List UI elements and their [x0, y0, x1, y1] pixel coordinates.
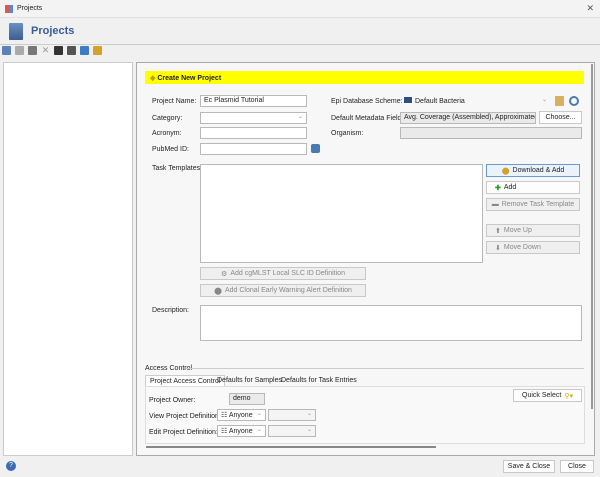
download-add-button[interactable]: ⬤ Download & Add	[486, 164, 580, 177]
view-select[interactable]: ☷ Anyone ⌄	[217, 409, 266, 421]
projects-icon	[9, 23, 23, 40]
chevron-down-icon: ⌄	[306, 411, 312, 417]
save-close-button[interactable]: Save & Close	[503, 460, 555, 473]
edit-scheme-icon[interactable]	[555, 96, 564, 106]
new-project-icon[interactable]	[2, 46, 11, 55]
view-secondary-select[interactable]: ⌄	[268, 409, 316, 421]
edit-secondary-select[interactable]: ⌄	[268, 425, 316, 437]
download-icon: ⬤	[501, 167, 510, 175]
group-icon[interactable]	[54, 46, 63, 55]
create-project-banner: ◆ Create New Project	[145, 71, 584, 84]
divider	[186, 368, 584, 369]
move-down-label: Move Down	[503, 244, 541, 251]
users-icon: ☷	[221, 412, 229, 419]
close-button[interactable]: Close	[560, 460, 594, 473]
project-name-label: Project Name:	[152, 98, 197, 105]
add-button[interactable]: ✚ Add	[486, 181, 580, 194]
vertical-scrollbar[interactable]	[591, 64, 593, 409]
edit-label: Edit Project Definition:	[149, 429, 218, 436]
category-label: Category:	[152, 115, 183, 122]
delete-icon[interactable]: ✕	[41, 46, 50, 55]
owner-field: demo	[229, 393, 265, 405]
remove-label: Remove Task Template	[501, 201, 575, 208]
chevron-down-icon: ⌄	[256, 427, 262, 433]
chevron-down-icon: ⌄	[256, 411, 262, 417]
task-templates-list[interactable]	[200, 164, 483, 263]
save-icon[interactable]	[28, 46, 37, 55]
grid-icon[interactable]	[15, 46, 24, 55]
pubmed-input[interactable]	[200, 143, 307, 155]
chevron-down-icon: ⌄	[297, 114, 303, 120]
arrow-up-icon: ⬆	[495, 227, 501, 235]
cgmlst-icon: ⚙	[221, 270, 228, 278]
horizontal-scrollbar[interactable]	[146, 446, 436, 448]
task-templates-label: Task Templates:	[152, 165, 203, 172]
pubmed-lookup-icon[interactable]	[311, 144, 320, 153]
banner-text: Create New Project	[157, 75, 222, 82]
edit-value: Anyone	[228, 428, 253, 435]
minus-icon: ▬	[491, 201, 499, 208]
project-tree[interactable]	[3, 62, 133, 456]
acronym-input[interactable]	[200, 127, 307, 139]
view-value: Anyone	[228, 412, 253, 419]
chevron-down-icon: ⌄	[306, 427, 312, 433]
alert-icon: ⬤	[214, 287, 222, 295]
organism-label: Organism:	[331, 130, 364, 137]
add-cgmlst-label: Add cgMLST Local SLC ID Definition	[230, 270, 345, 277]
acronym-label: Acronym:	[152, 130, 182, 137]
move-up-label: Move Up	[503, 227, 532, 234]
quick-select-label: Quick Select	[522, 392, 562, 399]
chevron-down-icon: ⌄	[541, 97, 547, 103]
help-icon[interactable]: ?	[6, 461, 16, 471]
window-title: Projects	[17, 5, 43, 12]
project-name-input[interactable]: Ec Plasmid Tutorial	[200, 95, 307, 107]
metadata-label: Default Metadata Fields:	[331, 115, 407, 122]
add-clonal-button[interactable]: ⬤ Add Clonal Early Warning Alert Definiti…	[200, 284, 366, 297]
edit-select[interactable]: ☷ Anyone ⌄	[217, 425, 266, 437]
arrow-down-icon: ⬇	[495, 244, 501, 252]
description-textarea[interactable]	[200, 305, 582, 341]
key-icon: ⚲▾	[564, 392, 573, 400]
page-title: Projects	[31, 25, 75, 37]
close-icon[interactable]: ✕	[586, 3, 594, 14]
epi-scheme-select[interactable]: Default Bacteria ⌄	[400, 95, 551, 107]
metadata-field: Avg. Coverage (Assembled), Approximated …	[400, 112, 536, 124]
toolbar: ✕	[2, 46, 102, 59]
title-bar: Projects ✕	[0, 0, 600, 18]
owner-label: Project Owner:	[149, 397, 196, 404]
move-up-button[interactable]: ⬆ Move Up	[486, 224, 580, 237]
pubmed-label: PubMed ID:	[152, 146, 189, 153]
users-icon: ☷	[221, 428, 229, 435]
app-icon	[5, 5, 13, 13]
add-cgmlst-button[interactable]: ⚙ Add cgMLST Local SLC ID Definition	[200, 267, 366, 280]
plus-icon: ✚	[495, 184, 501, 192]
move-down-button[interactable]: ⬇ Move Down	[486, 241, 580, 254]
organism-field	[400, 127, 582, 139]
settings-icon[interactable]	[93, 46, 102, 55]
view-label: View Project Definition:	[149, 413, 221, 420]
ungroup-icon[interactable]	[67, 46, 76, 55]
description-label: Description:	[152, 307, 189, 314]
remove-task-template-button[interactable]: ▬ Remove Task Template	[486, 198, 580, 211]
search-scheme-icon[interactable]	[569, 96, 579, 106]
epi-scheme-label: Epi Database Scheme:	[331, 98, 403, 105]
category-select[interactable]: ⌄	[200, 112, 307, 124]
add-clonal-label: Add Clonal Early Warning Alert Definitio…	[224, 287, 352, 294]
header: Projects	[0, 18, 600, 45]
download-add-label: Download & Add	[512, 167, 565, 174]
epi-scheme-value: Default Bacteria	[415, 98, 465, 105]
upload-icon[interactable]	[80, 46, 89, 55]
add-label: Add	[503, 184, 517, 191]
choose-button[interactable]: Choose...	[539, 111, 582, 124]
quick-select-button[interactable]: Quick Select ⚲▾	[513, 389, 582, 402]
